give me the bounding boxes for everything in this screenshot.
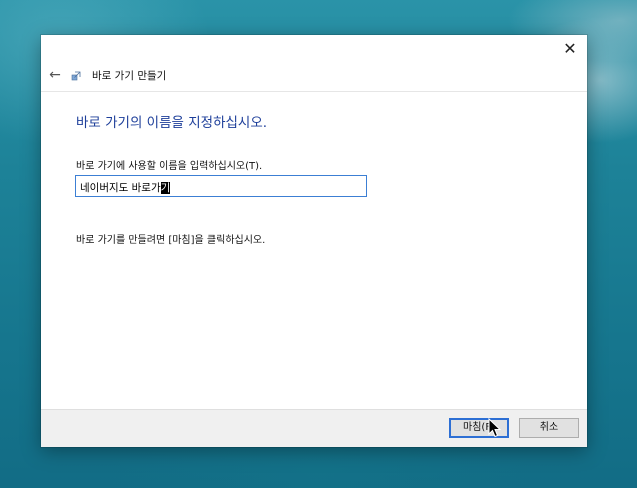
back-arrow-icon: ← — [49, 67, 61, 83]
cancel-button[interactable]: 취소 — [519, 418, 579, 438]
page-heading: 바로 가기의 이름을 지정하십시오. — [76, 115, 268, 131]
mouse-pointer-icon — [488, 418, 502, 438]
close-icon: ✕ — [563, 39, 577, 58]
input-text-unselected: 네이버지도 바로가 — [80, 182, 161, 194]
wizard-header: ← 바로 가기 만들기 — [41, 61, 587, 92]
wizard-title: 바로 가기 만들기 — [92, 70, 167, 82]
back-button[interactable]: ← — [46, 66, 64, 84]
shortcut-name-label: 바로 가기에 사용할 이름을 입력하십시오(T). — [76, 161, 263, 172]
create-shortcut-dialog: ✕ ← 바로 가기 만들기 바로 가기의 이름을 지정하십시오. 바로 가기에 … — [41, 35, 587, 447]
input-text-selected: 기 — [160, 182, 171, 194]
finish-hint-text: 바로 가기를 만들려면 [마침]을 클릭하십시오. — [76, 235, 266, 246]
button-bar: 마침(F) 취소 — [41, 409, 587, 447]
shortcut-icon — [71, 71, 81, 81]
shortcut-name-value: 네이버지도 바로가기 — [80, 180, 171, 195]
desktop-background: ✕ ← 바로 가기 만들기 바로 가기의 이름을 지정하십시오. 바로 가기에 … — [0, 0, 637, 488]
close-button[interactable]: ✕ — [559, 39, 581, 59]
shortcut-name-input[interactable]: 네이버지도 바로가기 — [75, 175, 367, 197]
